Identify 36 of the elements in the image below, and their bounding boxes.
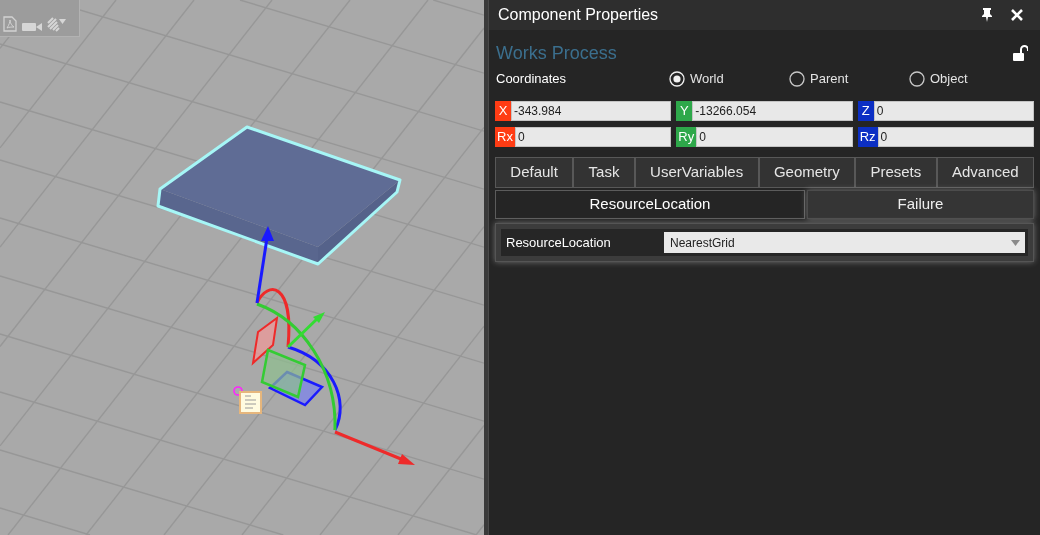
- coordinate-field[interactable]: 0: [514, 127, 672, 147]
- radio-button[interactable]: [909, 71, 925, 87]
- coordinate-field[interactable]: -343.984: [511, 101, 672, 121]
- axis-label: X: [495, 101, 511, 121]
- tab[interactable]: Task: [573, 157, 635, 188]
- radio-button[interactable]: [789, 71, 805, 87]
- dropdown-field[interactable]: NearestGrid: [664, 232, 1025, 253]
- coordinates-label: Coordinates: [495, 70, 568, 89]
- tab[interactable]: Geometry: [758, 157, 856, 188]
- tab[interactable]: UserVariables: [634, 157, 759, 188]
- radio-label[interactable]: World: [690, 69, 724, 89]
- tab[interactable]: Presets: [855, 157, 937, 188]
- caret-icon: [1011, 239, 1020, 246]
- radio-label[interactable]: Parent: [810, 69, 849, 89]
- note-icon[interactable]: [233, 386, 262, 414]
- axis-label: Z: [857, 101, 874, 121]
- coordinate-field[interactable]: -13266.054: [692, 101, 853, 121]
- coordinate-field[interactable]: 0: [696, 127, 853, 147]
- axis-label: Ry: [676, 127, 697, 147]
- axis-label: Y: [676, 101, 693, 121]
- coordinate-field[interactable]: 0: [877, 127, 1034, 147]
- component-name: Works Process: [496, 41, 617, 65]
- axis-label: Rz: [857, 127, 878, 147]
- coordinate-field[interactable]: 0: [873, 101, 1034, 121]
- axis-label: Rx: [495, 127, 515, 147]
- property-label: ResourceLocation: [506, 233, 612, 252]
- close-icon[interactable]: [1011, 9, 1023, 21]
- radio-label[interactable]: Object: [930, 69, 968, 89]
- tab[interactable]: Advanced: [936, 157, 1035, 188]
- panel-title: Component Properties: [498, 5, 660, 25]
- tab[interactable]: Default: [495, 157, 574, 188]
- pin-icon[interactable]: [981, 8, 993, 22]
- subtab[interactable]: Failure: [807, 190, 1034, 219]
- unlock-icon[interactable]: [1013, 45, 1028, 61]
- transform-gizmo-drawing[interactable]: [251, 226, 415, 465]
- subtab[interactable]: ResourceLocation: [495, 190, 805, 219]
